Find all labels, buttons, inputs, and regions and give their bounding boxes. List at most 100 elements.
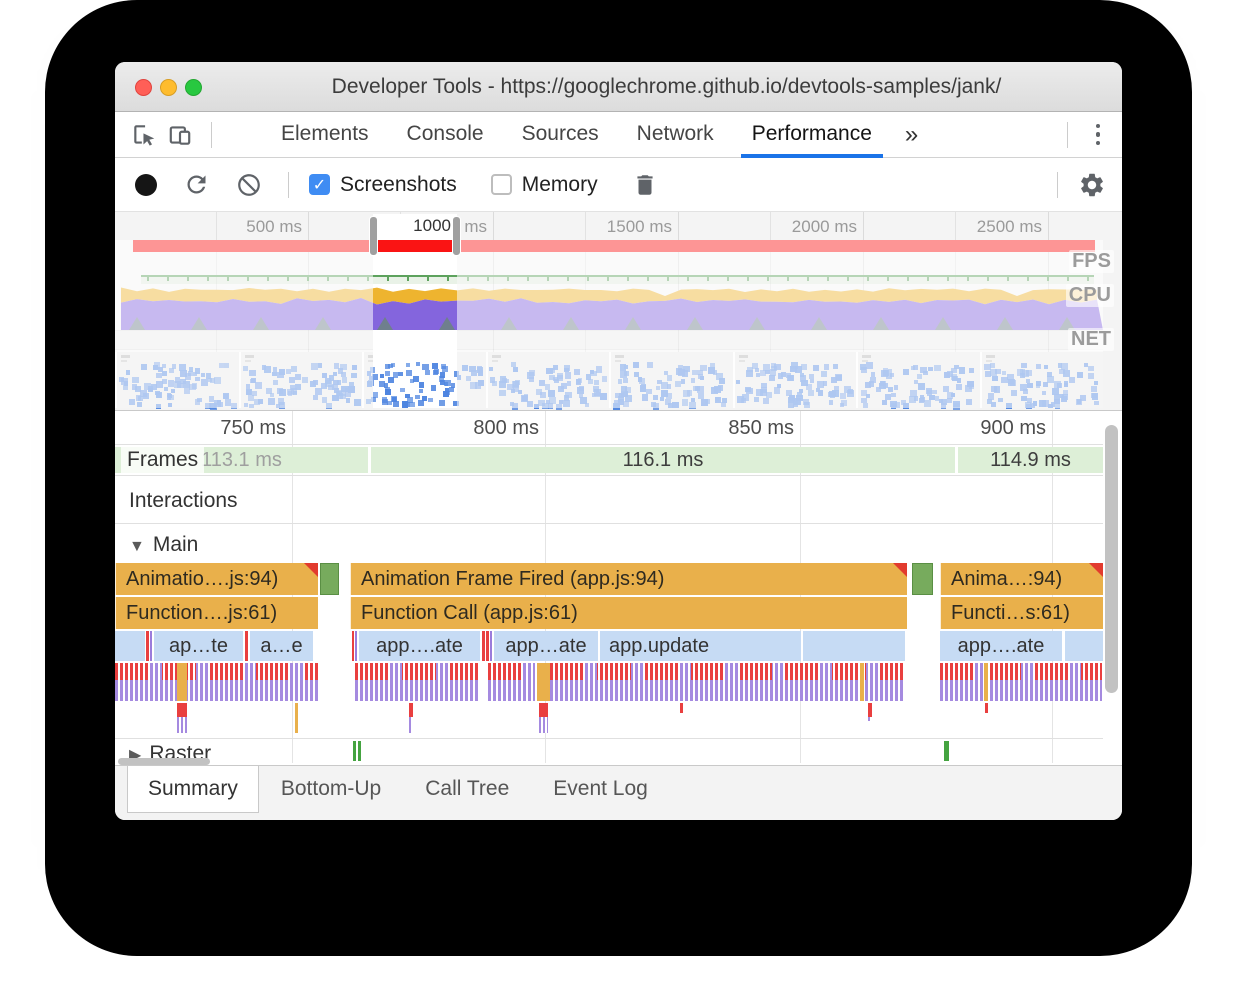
- forced-reflow-stripes: [355, 663, 480, 680]
- device-toolbar-icon[interactable]: [165, 120, 195, 150]
- block-clear-icon[interactable]: [236, 172, 262, 198]
- layout-stripe-group[interactable]: [115, 663, 318, 701]
- flame-js-frame[interactable]: app…ate: [494, 631, 598, 661]
- flame-sliver[interactable]: [245, 631, 248, 661]
- tab-performance[interactable]: Performance: [733, 112, 891, 158]
- more-tabs-button[interactable]: »: [891, 121, 932, 149]
- film-square: [418, 400, 424, 406]
- tab-bottom-up[interactable]: Bottom-Up: [259, 766, 403, 820]
- selection-time-label: 1000: [413, 216, 451, 236]
- tab-summary[interactable]: Summary: [127, 766, 259, 813]
- flame-js-frame[interactable]: app….ate: [359, 631, 480, 661]
- flame-js-frame[interactable]: [1065, 631, 1103, 661]
- film-square: [439, 400, 445, 406]
- record-icon[interactable]: [135, 174, 157, 196]
- flame-sliver[interactable]: [352, 631, 354, 661]
- film-square: [441, 364, 446, 369]
- tab-network[interactable]: Network: [618, 112, 733, 158]
- layout-mark[interactable]: [868, 703, 872, 721]
- layout-stripe-group[interactable]: [355, 663, 480, 701]
- layout-mark-red: [409, 703, 413, 717]
- flame-js-frame[interactable]: app….ate: [940, 631, 1062, 661]
- selection-window[interactable]: 1000: [373, 214, 457, 256]
- reload-icon[interactable]: [183, 171, 210, 198]
- trash-icon[interactable]: [632, 172, 658, 198]
- layout-stripe-group[interactable]: [488, 663, 535, 701]
- film-square: [443, 391, 450, 398]
- film-square: [380, 374, 384, 378]
- selection-handle-left[interactable]: [369, 216, 378, 256]
- frame-segment: 114.9 ms: [958, 447, 1103, 473]
- timeline-overview[interactable]: 500 ms1000 ms1500 ms2000 ms2500 ms1000FP…: [115, 212, 1122, 410]
- overview-ruler-label: 500 ms: [222, 217, 302, 237]
- row-border: [115, 738, 1103, 739]
- collapse-arrow-icon: ▼: [129, 538, 145, 555]
- layout-stripe-group[interactable]: [940, 663, 1102, 701]
- flame-event-block[interactable]: Animatio….js:94): [115, 563, 318, 595]
- screenshots-checkbox[interactable]: ✓: [309, 174, 330, 195]
- screenshots-label[interactable]: Screenshots: [340, 173, 457, 197]
- maximize-window-button[interactable]: [185, 79, 202, 96]
- flame-event-block[interactable]: Function….js:61): [115, 597, 318, 629]
- script-sliver: [537, 663, 550, 701]
- tab-call-tree[interactable]: Call Tree: [403, 766, 531, 820]
- reflow-mark: [985, 703, 988, 713]
- flame-sliver[interactable]: [355, 631, 357, 661]
- flame-sliver[interactable]: [490, 631, 492, 661]
- flame-js-frame[interactable]: [803, 631, 905, 661]
- memory-checkbox[interactable]: [491, 174, 512, 195]
- film-square: [449, 387, 454, 392]
- flame-event-block[interactable]: Animation Frame Fired (app.js:94): [350, 563, 907, 595]
- forced-reflow-stripes: [940, 663, 1102, 680]
- flame-event-block[interactable]: Functi…s:61): [940, 597, 1103, 629]
- layout-mark-purple: [177, 717, 187, 733]
- tab-event-log[interactable]: Event Log: [531, 766, 670, 820]
- timeline-detail-panel[interactable]: 750 ms800 ms850 ms900 ms113.1 ms116.1 ms…: [115, 410, 1122, 765]
- horizontal-scrollbar-thumb[interactable]: [118, 758, 210, 765]
- divider: [288, 172, 289, 198]
- film-square: [432, 363, 437, 368]
- inspect-cursor-icon[interactable]: [129, 120, 159, 150]
- selection-handle-right[interactable]: [452, 216, 461, 256]
- film-square: [416, 362, 420, 366]
- film-square: [419, 382, 425, 388]
- flame-js-frame[interactable]: a…e: [250, 631, 313, 661]
- film-square: [406, 363, 410, 367]
- flame-js-frame[interactable]: app.update: [600, 631, 801, 661]
- film-square: [398, 372, 402, 376]
- flame-js-frame[interactable]: [115, 631, 145, 661]
- main-track-label[interactable]: ▼Main: [129, 533, 198, 557]
- interactions-track-label: Interactions: [129, 489, 238, 513]
- dim-overlay-left: [115, 240, 373, 408]
- tab-sources[interactable]: Sources: [503, 112, 618, 158]
- fps-track-label: FPS: [1069, 250, 1114, 273]
- screenshot-stage: Developer Tools - https://googlechrome.g…: [0, 0, 1236, 982]
- memory-label[interactable]: Memory: [522, 173, 598, 197]
- flame-gc-block[interactable]: [912, 563, 933, 595]
- gear-icon[interactable]: [1078, 171, 1106, 199]
- title-bar: Developer Tools - https://googlechrome.g…: [115, 62, 1122, 112]
- tab-elements[interactable]: Elements: [262, 112, 388, 158]
- film-square: [428, 398, 432, 402]
- layout-mark[interactable]: [409, 703, 413, 733]
- close-window-button[interactable]: [135, 79, 152, 96]
- flame-sliver[interactable]: [486, 631, 489, 661]
- tab-console[interactable]: Console: [388, 112, 503, 158]
- minimize-window-button[interactable]: [160, 79, 177, 96]
- flame-event-block[interactable]: Function Call (app.js:61): [350, 597, 907, 629]
- three-dots-menu-icon[interactable]: [1078, 124, 1123, 146]
- flame-sliver[interactable]: [146, 631, 149, 661]
- film-square: [444, 382, 448, 386]
- flame-sliver[interactable]: [482, 631, 485, 661]
- raster-bar: [353, 741, 356, 761]
- flame-gc-block[interactable]: [320, 563, 339, 595]
- layout-stripe-group[interactable]: [550, 663, 905, 701]
- flame-event-block[interactable]: Anima…:94): [940, 563, 1103, 595]
- flame-js-frame[interactable]: ap…te: [154, 631, 243, 661]
- layout-mark[interactable]: [177, 703, 187, 733]
- layout-mark[interactable]: [539, 703, 548, 733]
- vertical-scrollbar-thumb[interactable]: [1105, 425, 1118, 693]
- script-sliver: [177, 663, 187, 701]
- framerate-tick: [407, 277, 409, 281]
- flame-sliver[interactable]: [150, 631, 152, 661]
